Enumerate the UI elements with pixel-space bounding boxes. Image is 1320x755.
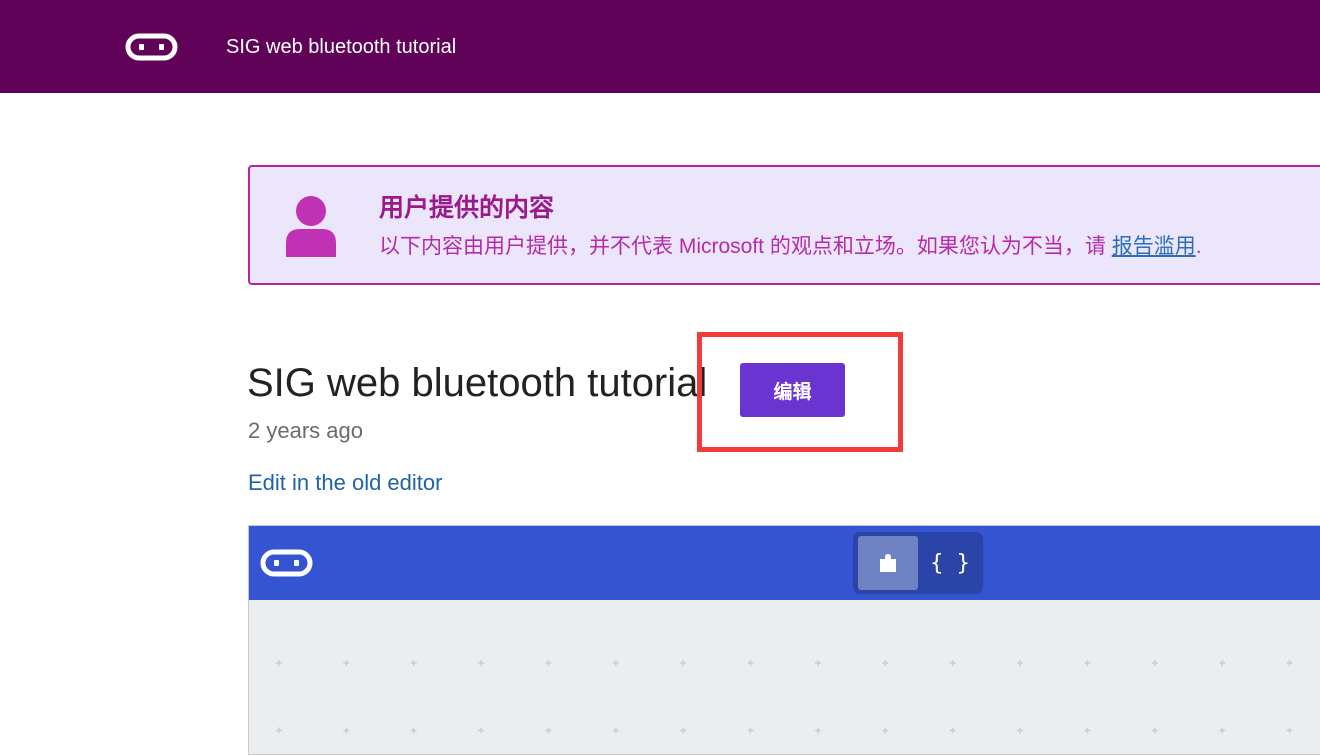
- user-content-notice: 用户提供的内容 以下内容由用户提供，并不代表 Microsoft 的观点和立场。…: [248, 165, 1320, 285]
- embedded-editor: { }: [248, 525, 1320, 755]
- editor-mode-toggle: { }: [853, 532, 983, 594]
- notice-body: 以下内容由用户提供，并不代表 Microsoft 的观点和立场。如果您认为不当，…: [379, 230, 1202, 260]
- user-avatar-icon: [286, 196, 336, 257]
- blocks-mode-button[interactable]: [858, 536, 918, 590]
- notice-text: 以下内容由用户提供，并不代表 Microsoft 的观点和立场。如果您认为不当，…: [379, 235, 1106, 258]
- microbit-logo-icon[interactable]: [125, 33, 178, 61]
- site-title[interactable]: SIG web bluetooth tutorial: [226, 35, 456, 59]
- project-time: 2 years ago: [248, 418, 363, 443]
- notice-tail: .: [1195, 235, 1202, 258]
- embed-toolbar: { }: [249, 526, 1320, 600]
- project-title: SIG web bluetooth tutorial: [247, 361, 708, 405]
- site-header: SIG web bluetooth tutorial: [0, 0, 1320, 93]
- blocks-workspace[interactable]: [249, 600, 1320, 755]
- microbit-logo-icon[interactable]: [260, 549, 313, 577]
- highlight-box: [697, 332, 903, 452]
- notice-heading: 用户提供的内容: [379, 194, 555, 222]
- javascript-mode-button[interactable]: { }: [921, 536, 979, 590]
- puzzle-piece-icon: [880, 554, 896, 572]
- old-editor-link[interactable]: Edit in the old editor: [248, 470, 442, 496]
- report-abuse-link[interactable]: 报告滥用: [1112, 235, 1196, 258]
